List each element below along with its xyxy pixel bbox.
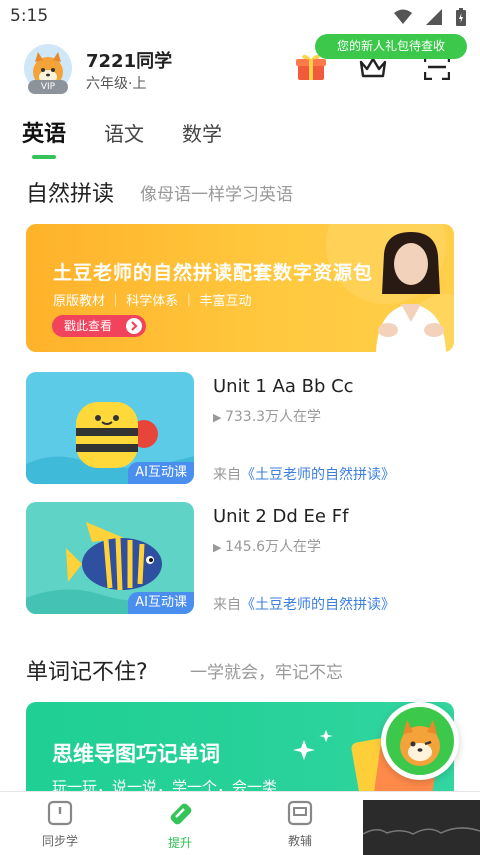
course-source-link[interactable]: 《土豆老师的自然拼读》 <box>241 467 395 483</box>
pencil-icon <box>170 803 192 825</box>
nav-item-tutorial[interactable]: 教辅 <box>260 800 340 849</box>
course-thumbnail: AI互动课 <box>26 502 194 614</box>
signal-icon <box>426 9 442 25</box>
course-learners: ▶ 733.3万人在学 <box>213 409 322 425</box>
wifi-icon <box>394 9 412 24</box>
course-tag: AI互动课 <box>128 462 194 484</box>
phonics-banner[interactable]: 土豆老师的自然拼读配套数字资源包 原版教材 ｜ 科学体系 ｜ 丰富互动 戳此查看 <box>26 224 454 352</box>
nav-item-sync-learn[interactable]: 同步学 <box>20 800 100 849</box>
course-tag: AI互动课 <box>128 592 194 614</box>
tab-chinese[interactable]: 语文 <box>104 118 144 148</box>
nav-item-improve[interactable]: 提升 <box>140 800 220 851</box>
nav-label: 教辅 <box>287 834 312 848</box>
book-icon <box>47 800 73 826</box>
nav-label: 提升 <box>167 836 192 850</box>
vip-badge: VIP <box>28 80 68 94</box>
status-time: 5:15 <box>10 6 49 26</box>
nav-label: 同步学 <box>41 834 78 848</box>
tab-indicator <box>32 155 56 159</box>
status-bar: 5:15 <box>0 0 480 34</box>
overlay-dark-area <box>362 800 480 855</box>
chevron-right-icon <box>126 318 142 334</box>
course-item[interactable]: AI互动课 Unit 2 Dd Ee Ff ▶ 145.6万人在学 来自《土豆老… <box>26 502 456 614</box>
course-title: Unit 1 Aa Bb Cc <box>213 376 354 397</box>
tab-math[interactable]: 数学 <box>182 118 222 148</box>
subject-tabs: 英语 语文 数学 <box>22 116 260 148</box>
vocab-section-subtitle: 一学就会，牢记不忘 <box>190 663 343 683</box>
banner-subtitle: 原版教材 ｜ 科学体系 ｜ 丰富互动 <box>53 294 252 309</box>
play-icon: ▶ <box>213 541 225 554</box>
vocab-section-title: 单词记不住? <box>26 660 148 685</box>
course-source: 来自《土豆老师的自然拼读》 <box>213 597 395 613</box>
banner-title: 土豆老师的自然拼读配套数字资源包 <box>53 262 374 284</box>
crown-icon[interactable] <box>359 56 387 80</box>
squirrel-mascot-icon <box>386 707 454 775</box>
play-icon: ▶ <box>213 411 225 424</box>
skyline-decoration <box>362 827 480 835</box>
course-source-link[interactable]: 《土豆老师的自然拼读》 <box>241 597 395 613</box>
battery-icon <box>456 8 466 26</box>
promo-tip[interactable]: 您的新人礼包待查收 <box>315 34 467 59</box>
vocab-banner-title: 思维导图巧记单词 <box>52 742 220 766</box>
phonics-section-subtitle: 像母语一样学习英语 <box>140 185 293 205</box>
course-source: 来自《土豆老师的自然拼读》 <box>213 467 395 483</box>
course-title: Unit 2 Dd Ee Ff <box>213 506 349 527</box>
tab-english[interactable]: 英语 <box>22 116 66 148</box>
course-item[interactable]: AI互动课 Unit 1 Aa Bb Cc ▶ 733.3万人在学 来自《土豆老… <box>26 372 456 484</box>
phonics-section-title: 自然拼读 <box>26 182 115 207</box>
tutorial-icon <box>287 800 313 826</box>
course-learners: ▶ 145.6万人在学 <box>213 539 322 555</box>
user-grade[interactable]: 六年级·上 <box>86 73 146 93</box>
banner-button-label: 戳此查看 <box>64 319 113 333</box>
teacher-portrait-icon <box>376 232 446 352</box>
user-name[interactable]: 7221同学 <box>86 47 172 73</box>
banner-view-button[interactable]: 戳此查看 <box>52 315 146 337</box>
course-thumbnail: AI互动课 <box>26 372 194 484</box>
status-icons <box>394 8 466 26</box>
floating-mascot-button[interactable] <box>381 702 459 780</box>
